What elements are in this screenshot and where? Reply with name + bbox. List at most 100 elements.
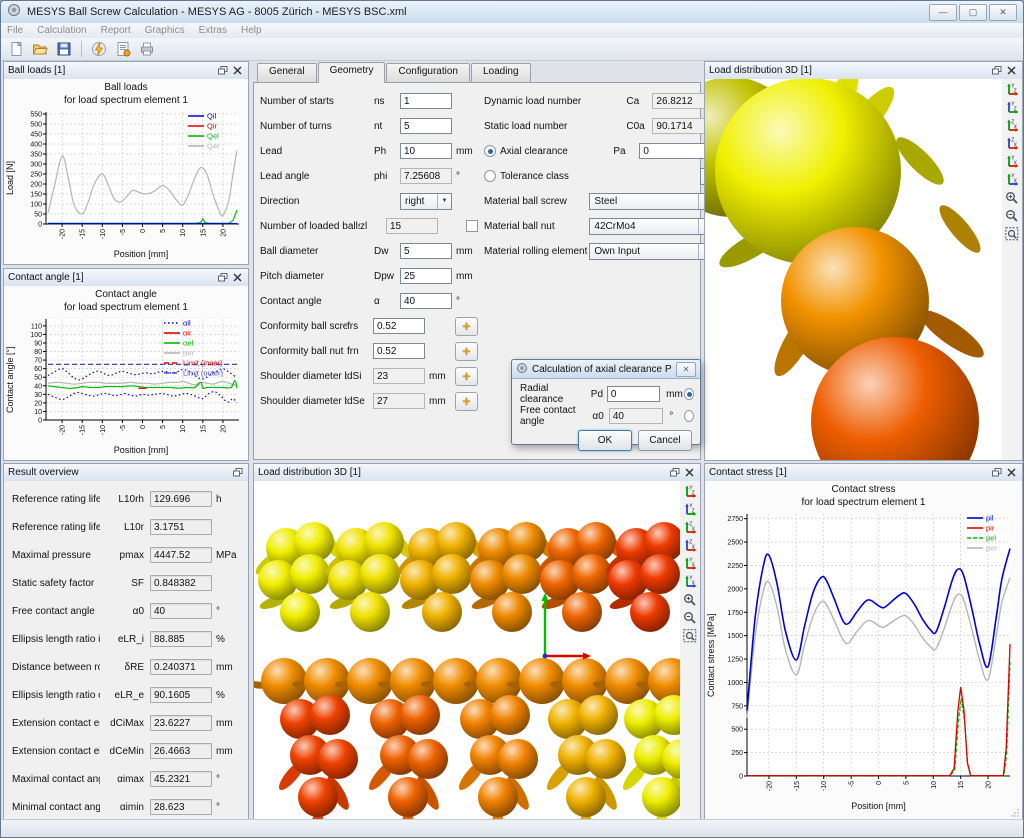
zoom-in-button[interactable] (682, 592, 698, 607)
save-file-button[interactable] (54, 40, 74, 58)
load-3d-center-viewport[interactable] (254, 481, 680, 820)
radio-unselected[interactable] (684, 410, 694, 422)
title-bar[interactable]: MESYS Ball Screw Calculation - MESYS AG … (1, 1, 1023, 24)
add-database-button[interactable]: + (455, 342, 478, 361)
y-axis-label: Load [N] (5, 107, 16, 249)
result-value: 0.240371 (150, 659, 212, 675)
zoom-fit-button[interactable] (682, 628, 698, 643)
zoom-in-button[interactable] (1004, 190, 1020, 205)
input-conformity-ball-nut[interactable]: 0.52 (373, 343, 425, 359)
zoom-out-button[interactable] (1004, 208, 1020, 223)
float-panel-icon[interactable] (216, 272, 229, 284)
status-bar (1, 819, 1023, 837)
dropdown-material-rolling-element[interactable]: Own Input▼ (589, 243, 713, 260)
view-top-button[interactable]: YX (1004, 154, 1020, 169)
view-back-button[interactable]: YZ (1004, 100, 1020, 115)
left-row: Shoulder diameter ball screwdSi23mm+ (260, 366, 478, 386)
checkbox-unchecked[interactable] (466, 220, 478, 232)
svg-text:300: 300 (30, 162, 42, 169)
result-symbol: L10rh (100, 494, 150, 505)
menu-item-help[interactable]: Help (241, 25, 262, 36)
left-row: Number of startsns1 (260, 91, 478, 111)
tab-geometry[interactable]: Geometry (318, 62, 386, 83)
close-icon[interactable] (1005, 65, 1018, 77)
field-label: Tolerance class (500, 171, 698, 182)
load-3d-right-viewport[interactable] (705, 79, 1002, 460)
view-right-button[interactable]: ZX (682, 538, 698, 553)
maximize-button[interactable]: ▢ (959, 4, 987, 21)
minimize-button[interactable]: — (929, 4, 957, 21)
report-button[interactable] (113, 40, 133, 58)
input-radial-clearance[interactable]: 0 (607, 386, 660, 402)
tab-general[interactable]: General (257, 63, 317, 82)
field-unit: mm (452, 271, 478, 282)
field-label: Static load number (484, 121, 626, 132)
dropdown-material-ball-nut[interactable]: 42CrMo4▼ (589, 218, 713, 235)
result-row: Reference rating lifeL10r3.1751 (12, 519, 242, 535)
radio-unselected[interactable] (484, 170, 496, 182)
tab-loading[interactable]: Loading (471, 63, 531, 82)
ok-button[interactable]: OK (578, 430, 632, 451)
menu-item-report[interactable]: Report (101, 25, 131, 36)
x-axis-label: Position [mm] (736, 801, 1021, 813)
add-database-button[interactable]: + (455, 392, 478, 411)
float-panel-icon[interactable] (668, 467, 681, 479)
view-top-button[interactable]: YX (682, 556, 698, 571)
input-lead[interactable]: 10 (400, 143, 452, 159)
view-bottom-button[interactable]: YX (1004, 172, 1020, 187)
new-file-button[interactable] (6, 40, 26, 58)
open-file-button[interactable] (30, 40, 50, 58)
field-symbol: nt (374, 121, 400, 132)
menu-item-extras[interactable]: Extras (199, 25, 227, 36)
svg-text:0: 0 (876, 781, 883, 785)
view-left-button[interactable]: ZX (1004, 118, 1020, 133)
close-icon[interactable] (683, 467, 696, 479)
view-front-button[interactable]: YZ (1004, 82, 1020, 97)
add-database-button[interactable]: + (455, 317, 478, 336)
result-label: Extension contact ellipsis inner ring (12, 718, 100, 729)
input-ball-diameter[interactable]: 5 (400, 243, 452, 259)
radio-selected[interactable] (684, 388, 694, 400)
input-number-of-turns[interactable]: 5 (400, 118, 452, 134)
view-right-button[interactable]: ZX (1004, 136, 1020, 151)
dropdown-direction[interactable]: right▼ (400, 193, 452, 210)
dropdown-material-ball-screw[interactable]: Steel▼ (589, 193, 713, 210)
close-icon[interactable] (231, 272, 244, 284)
zoom-out-button[interactable] (682, 610, 698, 625)
close-button[interactable]: ✕ (989, 4, 1017, 21)
dialog-close-icon[interactable]: ✕ (676, 362, 696, 377)
add-database-button[interactable]: + (455, 367, 478, 386)
input-axial-clearance[interactable]: 0 (639, 143, 713, 159)
menu-item-graphics[interactable]: Graphics (145, 25, 185, 36)
menu-item-file[interactable]: File (7, 25, 23, 36)
print-button[interactable] (137, 40, 157, 58)
cancel-button[interactable]: Cancel (638, 430, 692, 451)
app-window: MESYS Ball Screw Calculation - MESYS AG … (0, 0, 1024, 838)
float-panel-icon[interactable] (990, 467, 1003, 479)
menu-item-calculation[interactable]: Calculation (37, 25, 86, 36)
view-back-button[interactable]: YZ (682, 502, 698, 517)
close-icon[interactable] (1005, 467, 1018, 479)
input-pitch-diameter[interactable]: 25 (400, 268, 452, 284)
view-bottom-button[interactable]: YX (682, 574, 698, 589)
close-icon[interactable] (231, 65, 244, 77)
field-unit: ° (452, 296, 478, 307)
input-conformity-ball-screw[interactable]: 0.52 (373, 318, 425, 334)
tab-configuration[interactable]: Configuration (386, 63, 469, 82)
calculate-button[interactable] (89, 40, 109, 58)
input-number-of-starts[interactable]: 1 (400, 93, 452, 109)
contact_stress-plot: 0250500750100012501500175020002250250027… (717, 509, 1015, 801)
radio-selected[interactable] (484, 145, 496, 157)
float-panel-icon[interactable] (216, 65, 229, 77)
view-front-button[interactable]: YZ (682, 484, 698, 499)
left-row: Ball diameterDw5mm (260, 241, 478, 261)
resize-grip[interactable] (1010, 808, 1020, 818)
dialog-title-bar[interactable]: Calculation of axial clearance Pa ✕ (512, 360, 700, 379)
zoom-fit-button[interactable] (1004, 226, 1020, 241)
result-unit: mm (212, 746, 242, 757)
view-left-button[interactable]: ZX (682, 520, 698, 535)
float-panel-icon[interactable] (990, 65, 1003, 77)
float-panel-icon[interactable] (231, 467, 244, 479)
input-contact-angle[interactable]: 40 (400, 293, 452, 309)
svg-text:per: per (986, 544, 997, 553)
